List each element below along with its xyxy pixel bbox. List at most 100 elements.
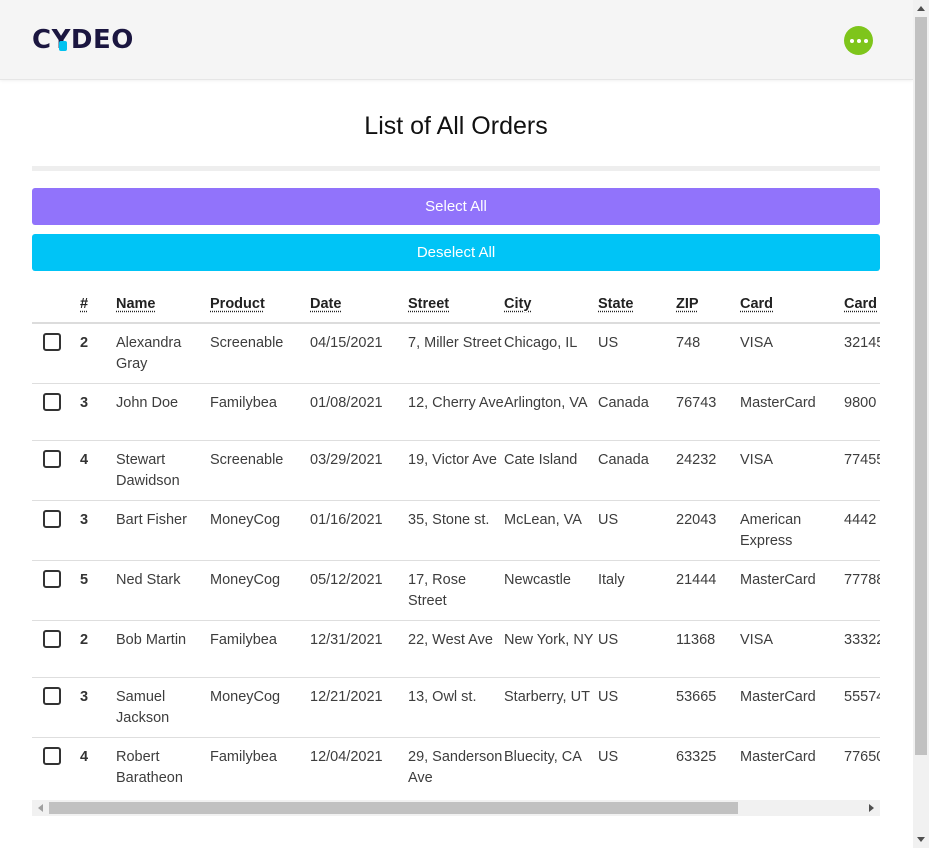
- header-name[interactable]: Name: [116, 286, 210, 324]
- table-row: 2 Alexandra Gray Screenable 04/15/2021 7…: [32, 323, 880, 384]
- header-street[interactable]: Street: [408, 286, 504, 324]
- cell-state: US: [598, 500, 676, 561]
- table-row: 2 Bob Martin Familybea 12/31/2021 22, We…: [32, 620, 880, 678]
- cell-city: Newcastle: [504, 560, 598, 621]
- cell-zip: 24232: [676, 440, 740, 501]
- row-checkbox[interactable]: [43, 687, 61, 705]
- cell-name: Bart Fisher: [116, 500, 210, 561]
- cell-street: 22, West Ave: [408, 620, 504, 678]
- more-menu-button[interactable]: [844, 26, 873, 55]
- orders-table: # Name Product Date Street City State ZI…: [32, 286, 880, 797]
- cell-card-number: 32145: [844, 323, 880, 384]
- cell-card: MasterCard: [740, 749, 816, 765]
- cell-street: 17, Rose Street: [408, 560, 504, 621]
- cell-product: Familybea: [210, 383, 310, 441]
- cell-card: VISA: [740, 440, 844, 501]
- cell-quantity: 4: [80, 749, 89, 765]
- row-checkbox[interactable]: [43, 450, 61, 468]
- cell-state: Italy: [598, 560, 676, 621]
- cell-date: 05/12/2021: [310, 560, 408, 621]
- cell-product: Screenable: [210, 440, 310, 501]
- cell-zip: 748: [676, 323, 740, 384]
- deselect-all-button[interactable]: Deselect All: [32, 234, 880, 271]
- cell-card-number: 9800: [844, 383, 880, 441]
- cell-date: 01/16/2021: [310, 500, 408, 561]
- cell-street: 29, Sanderson Ave: [408, 749, 503, 786]
- header-card-number[interactable]: Card: [844, 286, 880, 324]
- cell-city: New York, NY: [504, 620, 598, 678]
- cell-product: Familybea: [210, 749, 277, 765]
- cell-product: MoneyCog: [210, 500, 310, 561]
- cell-product: MoneyCog: [210, 677, 310, 738]
- select-all-button[interactable]: Select All: [32, 188, 880, 225]
- cell-name: John Doe: [116, 383, 210, 441]
- cell-product: Familybea: [210, 620, 310, 678]
- vertical-scroll-thumb[interactable]: [915, 17, 927, 755]
- cell-product: Screenable: [210, 323, 310, 384]
- cell-city: Chicago, IL: [504, 323, 598, 384]
- cell-state: Canada: [598, 440, 676, 501]
- header-date[interactable]: Date: [310, 286, 408, 324]
- header-select: [32, 286, 80, 324]
- table-row: 4 Robert Baratheon Familybea 12/04/2021 …: [32, 738, 880, 798]
- top-header: C Y DEO: [0, 0, 913, 80]
- table-row: 4 Stewart Dawidson Screenable 03/29/2021…: [32, 440, 880, 501]
- cell-name: Robert Baratheon: [116, 749, 183, 786]
- page-title: List of All Orders: [364, 112, 548, 140]
- scroll-right-arrow-icon[interactable]: [869, 804, 874, 812]
- header-state[interactable]: State: [598, 286, 676, 324]
- row-checkbox[interactable]: [43, 747, 61, 765]
- cell-card-number: 77455: [844, 440, 880, 501]
- cell-name: Ned Stark: [116, 560, 210, 621]
- cell-date: 12/04/2021: [310, 749, 383, 765]
- header-quantity[interactable]: #: [80, 286, 116, 324]
- cell-zip: 21444: [676, 560, 740, 621]
- cell-card: VISA: [740, 620, 844, 678]
- horizontal-scroll-thumb[interactable]: [49, 802, 738, 814]
- cell-zip: 11368: [676, 620, 740, 678]
- table-row: 3 Samuel Jackson MoneyCog 12/21/2021 13,…: [32, 677, 880, 738]
- table-header-row: # Name Product Date Street City State ZI…: [32, 286, 880, 324]
- cell-state: US: [598, 677, 676, 738]
- logo-cyan-mark-icon: [58, 41, 67, 51]
- orders-table-container: # Name Product Date Street City State ZI…: [32, 286, 880, 800]
- cell-quantity: 5: [80, 560, 116, 621]
- row-checkbox[interactable]: [43, 393, 61, 411]
- cell-state: US: [598, 323, 676, 384]
- cell-city: Arlington, VA: [504, 383, 598, 441]
- cell-date: 12/21/2021: [310, 677, 408, 738]
- cell-card-number: 55574: [844, 677, 880, 738]
- cell-quantity: 3: [80, 500, 116, 561]
- cell-name: Alexandra Gray: [116, 323, 210, 384]
- cell-zip: 63325: [676, 749, 717, 765]
- cydeo-logo[interactable]: C Y DEO: [32, 24, 134, 56]
- cell-zip: 76743: [676, 383, 740, 441]
- cell-card: American Express: [740, 500, 844, 561]
- cell-zip: 53665: [676, 677, 740, 738]
- row-checkbox[interactable]: [43, 570, 61, 588]
- cell-name: Bob Martin: [116, 620, 210, 678]
- cell-card: MasterCard: [740, 560, 844, 621]
- cell-street: 13, Owl st.: [408, 677, 504, 738]
- more-horizontal-icon-dot: [863, 38, 868, 43]
- scroll-up-arrow-icon[interactable]: [917, 6, 925, 11]
- vertical-scrollbar[interactable]: [913, 0, 929, 848]
- cell-city: McLean, VA: [504, 500, 598, 561]
- cell-product: MoneyCog: [210, 560, 310, 621]
- logo-letter-y: Y: [51, 25, 71, 55]
- row-checkbox[interactable]: [43, 333, 61, 351]
- row-checkbox[interactable]: [43, 510, 61, 528]
- horizontal-scrollbar[interactable]: [32, 800, 880, 816]
- cell-date: 03/29/2021: [310, 440, 408, 501]
- cell-street: 35, Stone st.: [408, 500, 504, 561]
- cell-card: MasterCard: [740, 383, 844, 441]
- header-card[interactable]: Card: [740, 286, 844, 324]
- cell-name: Stewart Dawidson: [116, 440, 210, 501]
- header-zip[interactable]: ZIP: [676, 286, 740, 324]
- row-checkbox[interactable]: [43, 630, 61, 648]
- scroll-left-arrow-icon[interactable]: [38, 804, 43, 812]
- header-product[interactable]: Product: [210, 286, 310, 324]
- scroll-down-arrow-icon[interactable]: [917, 837, 925, 842]
- cell-date: 01/08/2021: [310, 383, 408, 441]
- header-city[interactable]: City: [504, 286, 598, 324]
